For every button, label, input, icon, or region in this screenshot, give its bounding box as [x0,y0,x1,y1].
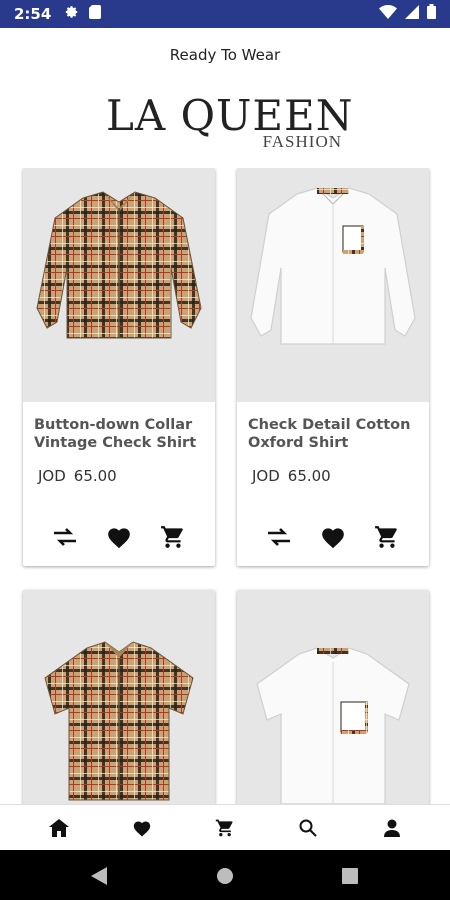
back-icon[interactable] [88,865,110,887]
product-price: JOD 65.00 [38,467,117,485]
bottom-nav [0,804,450,850]
battery-icon [427,4,436,24]
product-image-short-sleeve-white-shirt[interactable] [237,590,429,804]
product-grid: Button-down Collar Vintage Check Shirt J… [0,168,450,804]
brand-logo: LA QUEEN FASHION [106,94,352,154]
product-card[interactable]: Button-down Collar Vintage Check Shirt J… [23,168,215,566]
price-value: 65.00 [287,467,331,485]
heart-icon[interactable] [129,815,155,841]
sd-card-icon [89,4,102,24]
page-title: Ready To Wear [169,46,281,64]
heart-icon[interactable] [316,520,350,554]
cart-icon[interactable] [370,520,404,554]
home-icon[interactable] [46,815,72,841]
status-time: 2:54 [14,5,52,23]
home-circle-icon[interactable] [214,865,236,887]
cart-icon[interactable] [212,815,238,841]
wifi-icon [379,4,397,24]
profile-icon[interactable] [379,815,405,841]
gear-icon [65,5,79,24]
product-card[interactable] [23,590,215,804]
product-image-short-sleeve-check-shirt[interactable] [23,590,215,804]
product-name[interactable]: Button-down Collar Vintage Check Shirt [34,416,209,452]
search-icon[interactable] [295,815,321,841]
compare-icon[interactable] [262,520,296,554]
product-image-long-sleeve-white-shirt[interactable] [237,168,429,402]
price-currency: JOD [252,467,280,485]
app-header: Ready To Wear LA QUEEN FASHION [0,28,450,168]
product-card[interactable]: Check Detail Cotton Oxford Shirt JOD 65.0… [237,168,429,566]
recents-square-icon[interactable] [339,865,361,887]
product-image-long-sleeve-check-shirt[interactable] [23,168,215,402]
status-bar: 2:54 [0,0,450,28]
signal-icon [405,4,419,24]
product-card[interactable] [237,590,429,804]
logo-sub-text: FASHION [262,132,342,151]
price-value: 65.00 [73,467,117,485]
heart-icon[interactable] [102,520,136,554]
price-currency: JOD [38,467,66,485]
product-name[interactable]: Check Detail Cotton Oxford Shirt [248,416,423,452]
cart-icon[interactable] [156,520,190,554]
product-price: JOD 65.00 [252,467,331,485]
system-navigation-bar [0,850,450,900]
compare-icon[interactable] [48,520,82,554]
